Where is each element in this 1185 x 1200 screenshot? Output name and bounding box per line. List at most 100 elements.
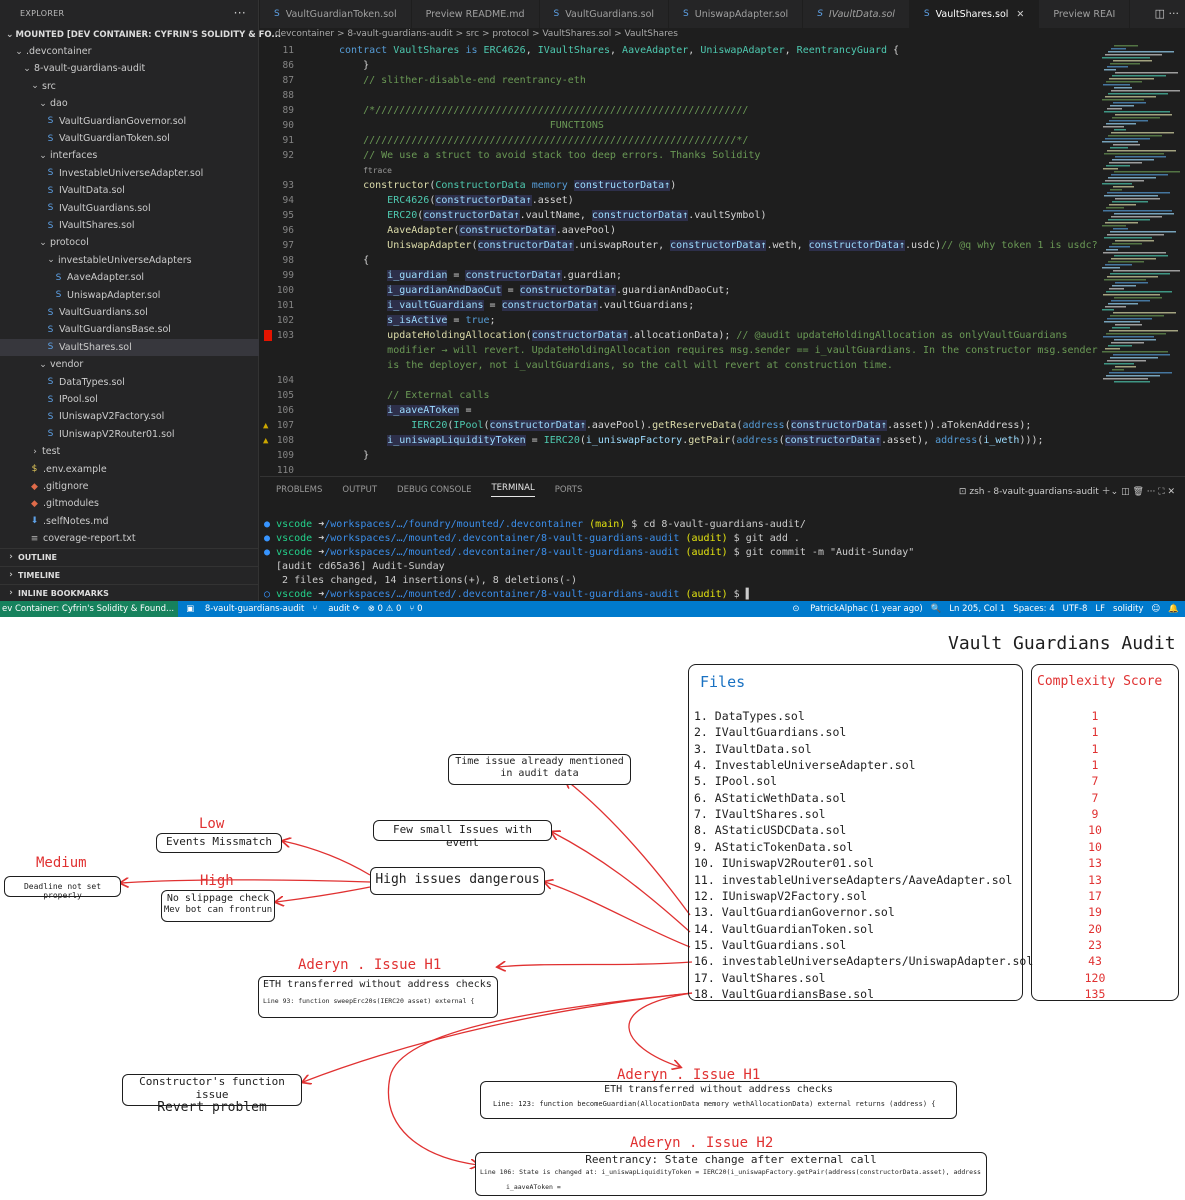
outline-section[interactable]: › OUTLINE <box>0 548 259 565</box>
maximize-icon[interactable]: ⛶ <box>1158 487 1164 497</box>
folder-item[interactable]: ⌄ vendor <box>0 356 259 373</box>
code-editor[interactable]: 11 contract VaultShares is ERC4626, IVaul… <box>260 43 1100 475</box>
code-line[interactable]: 98 { <box>260 253 1100 268</box>
file-item[interactable]: S VaultGuardians.sol <box>0 304 259 321</box>
warning-icon[interactable]: ▲ <box>263 421 268 431</box>
branch-indicator[interactable]: ⑂ audit ⟳ <box>312 604 359 614</box>
split-editor-icon[interactable]: ◫ <box>1155 7 1165 20</box>
folder-item[interactable]: ⌄ 8-vault-guardians-audit <box>0 60 259 77</box>
more-actions-icon[interactable]: ··· <box>1147 487 1156 497</box>
more-actions-icon[interactable]: ··· <box>1169 7 1180 20</box>
folder-item[interactable]: ⌄ src <box>0 78 259 95</box>
file-item[interactable]: S IVaultGuardians.sol <box>0 200 259 217</box>
panel-tab[interactable]: PORTS <box>555 485 583 495</box>
breadcrumb[interactable]: .devcontainer > 8-vault-guardians-audit … <box>272 29 678 43</box>
file-item[interactable]: ≡ coverage-report.txt <box>0 530 259 547</box>
code-line[interactable]: 104 <box>260 373 1100 388</box>
file-item[interactable]: S IVaultShares.sol <box>0 217 259 234</box>
code-line[interactable]: 86 } <box>260 58 1100 73</box>
code-line[interactable]: 87 // slither-disable-end reentrancy-eth <box>260 73 1100 88</box>
file-item[interactable]: S UniswapAdapter.sol <box>0 287 259 304</box>
code-line[interactable]: modifier → will revert. UpdateHoldingAll… <box>260 343 1100 358</box>
editor-tab[interactable]: S VaultGuardianToken.sol <box>260 0 412 28</box>
zoom-icon[interactable]: 🔍 <box>931 604 942 614</box>
folder-item[interactable]: › test <box>0 443 259 460</box>
code-line[interactable]: 103 updateHoldingAllocation(constructorD… <box>260 328 1100 343</box>
trash-icon[interactable]: 🗑 <box>1132 487 1143 497</box>
notifications-icon[interactable]: 🔔 <box>1168 604 1179 614</box>
terminal-name[interactable]: zsh - 8-vault-guardians-audit <box>969 487 1098 497</box>
code-line[interactable]: ▲ 107 IERC20(IPool(constructorData↑.aaveP… <box>260 418 1100 433</box>
split-terminal-icon[interactable]: ◫ <box>1121 487 1130 497</box>
git-blame[interactable]: ⊙ PatrickAlphac (1 year ago) <box>792 604 922 614</box>
code-line[interactable]: ▲ 108 i_uniswapLiquidityToken = IERC20(i_… <box>260 433 1100 448</box>
new-terminal-icon[interactable]: ＋⌄ <box>1102 487 1119 497</box>
file-item[interactable]: $ .env.example <box>0 461 259 478</box>
folder-item[interactable]: ⌄ interfaces <box>0 147 259 164</box>
workspace-root[interactable]: ⌄ MOUNTED [DEV CONTAINER: CYFRIN'S SOLID… <box>0 26 281 43</box>
code-line[interactable]: 11 contract VaultShares is ERC4626, IVaul… <box>260 43 1100 58</box>
editor-tab[interactable]: S VaultGuardians.sol <box>540 0 670 28</box>
file-item[interactable]: S IVaultData.sol <box>0 182 259 199</box>
editor-tab[interactable]: S IVaultData.sol <box>803 0 910 28</box>
file-item[interactable]: S VaultShares.sol <box>0 338 259 356</box>
code-line[interactable]: 105 // External calls <box>260 388 1100 403</box>
editor-tab[interactable]: S VaultShares.sol ✕ <box>909 0 1040 28</box>
close-icon[interactable]: ✕ <box>1167 487 1175 497</box>
code-line[interactable]: is the deployer, not i_vaultGuardians, s… <box>260 358 1100 373</box>
code-line[interactable]: 93 constructor(ConstructorData memory co… <box>260 178 1100 193</box>
timeline-section[interactable]: › TIMELINE <box>0 566 259 583</box>
file-item[interactable]: S AaveAdapter.sol <box>0 269 259 286</box>
file-item[interactable]: S IUniswapV2Factory.sol <box>0 408 259 425</box>
code-line[interactable]: 96 AaveAdapter(constructorData↑.aavePool… <box>260 223 1100 238</box>
inline-bookmarks-section[interactable]: › INLINE BOOKMARKS <box>0 584 259 601</box>
eol[interactable]: LF <box>1095 604 1105 614</box>
editor-tab[interactable]: S UniswapAdapter.sol <box>669 0 804 28</box>
code-line[interactable]: 101 i_vaultGuardians = constructorData↑.… <box>260 298 1100 313</box>
panel-tab[interactable]: DEBUG CONSOLE <box>397 485 471 495</box>
file-item[interactable]: S IPool.sol <box>0 391 259 408</box>
panel-tab[interactable]: TERMINAL <box>491 483 535 497</box>
code-line[interactable]: 99 i_guardian = constructorData↑.guardia… <box>260 268 1100 283</box>
problems-indicator[interactable]: ⊗ 0 ⚠ 0 <box>368 604 402 614</box>
folder-item[interactable]: ⌄ dao <box>0 95 259 112</box>
code-line[interactable]: 110 <box>260 463 1100 475</box>
cursor-position[interactable]: Ln 205, Col 1 <box>949 604 1005 614</box>
code-line[interactable]: ftrace <box>260 163 1100 178</box>
indentation[interactable]: Spaces: 4 <box>1013 604 1054 614</box>
encoding[interactable]: UTF-8 <box>1063 604 1088 614</box>
editor-tab[interactable]: Preview README.md <box>412 0 540 28</box>
folder-item[interactable]: ⌄ protocol <box>0 234 259 251</box>
copilot-icon[interactable]: ☺ <box>1152 604 1161 614</box>
warning-icon[interactable]: ▲ <box>263 436 268 446</box>
panel-tab[interactable]: OUTPUT <box>342 485 377 495</box>
file-item[interactable]: S VaultGuardiansBase.sol <box>0 321 259 338</box>
close-icon[interactable]: ✕ <box>1016 9 1024 20</box>
minimap[interactable] <box>1102 43 1182 475</box>
code-line[interactable]: 92 // We use a struct to avoid stack too… <box>260 148 1100 163</box>
file-item[interactable]: S VaultGuardianToken.sol <box>0 130 259 147</box>
code-line[interactable]: 106 i_aaveAToken = <box>260 403 1100 418</box>
language-mode[interactable]: solidity <box>1113 604 1143 614</box>
file-item[interactable]: S InvestableUniverseAdapter.sol <box>0 165 259 182</box>
file-item[interactable]: ◆ .gitmodules <box>0 495 259 512</box>
file-item[interactable]: ◆ .gitignore <box>0 478 259 495</box>
bookmark-icon[interactable] <box>264 330 272 341</box>
code-line[interactable]: 94 ERC4626(constructorData↑.asset) <box>260 193 1100 208</box>
file-item[interactable]: S DataTypes.sol <box>0 374 259 391</box>
code-line[interactable]: 109 } <box>260 448 1100 463</box>
file-item[interactable]: ⬇ .selfNotes.md <box>0 513 259 530</box>
code-line[interactable]: 88 <box>260 88 1100 103</box>
code-line[interactable]: 90 FUNCTIONS <box>260 118 1100 133</box>
remote-indicator[interactable]: ev Container: Cyfrin's Solidity & Found.… <box>0 601 179 617</box>
file-item[interactable]: S VaultGuardianGovernor.sol <box>0 113 259 130</box>
code-line[interactable]: 91 /////////////////////////////////////… <box>260 133 1100 148</box>
folder-item[interactable]: ⌄ investableUniverseAdapters <box>0 252 259 269</box>
code-line[interactable]: 89 /*///////////////////////////////////… <box>260 103 1100 118</box>
code-line[interactable]: 100 i_guardianAndDaoCut = constructorDat… <box>260 283 1100 298</box>
more-actions-icon[interactable]: ··· <box>234 6 246 20</box>
folder-indicator[interactable]: ▣ 8-vault-guardians-audit <box>186 604 304 614</box>
code-line[interactable]: 97 UniswapAdapter(constructorData↑.unisw… <box>260 238 1100 253</box>
panel-tab[interactable]: PROBLEMS <box>276 485 322 495</box>
ports-indicator[interactable]: ⑂ 0 <box>409 604 422 614</box>
